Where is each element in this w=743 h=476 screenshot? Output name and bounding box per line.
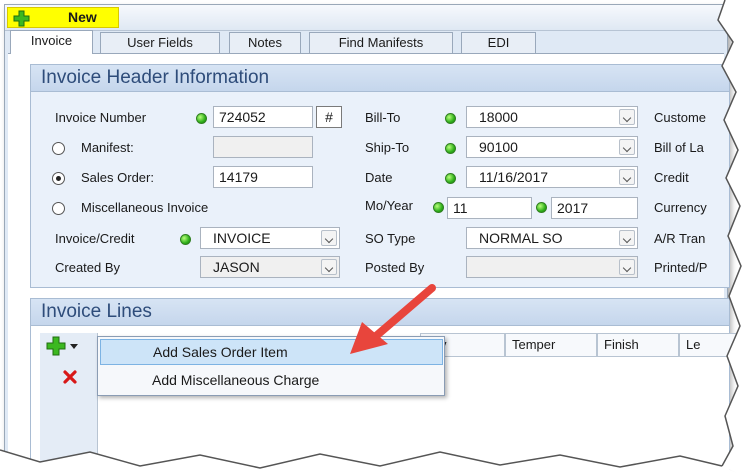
so-type-value: NORMAL SO [479, 230, 563, 246]
green-plus-icon [13, 10, 30, 27]
mo-year-label: Mo/Year [365, 198, 413, 213]
chevron-down-icon[interactable] [321, 259, 337, 275]
chevron-down-icon[interactable] [619, 109, 635, 125]
posted-by-select[interactable] [466, 256, 638, 278]
currency-label: Currency [654, 200, 707, 215]
status-dot-icon [433, 202, 444, 213]
status-dot-icon [445, 173, 456, 184]
status-dot-icon [445, 143, 456, 154]
bill-to-value: 18000 [479, 109, 518, 125]
sales-order-label: Sales Order: [81, 170, 154, 185]
month-input[interactable]: 11 [447, 197, 532, 219]
tab-notes[interactable]: Notes [229, 32, 301, 54]
tab-label: EDI [487, 35, 510, 50]
chevron-down-icon[interactable] [321, 230, 337, 246]
so-type-label: SO Type [365, 231, 416, 246]
invoice-number-label: Invoice Number [55, 110, 147, 125]
so-type-select[interactable]: NORMAL SO [466, 227, 638, 249]
manifest-radio[interactable] [52, 142, 65, 155]
tab-label: Find Manifests [338, 35, 424, 50]
chevron-down-icon[interactable] [619, 230, 635, 246]
bill-to-select[interactable]: 18000 [466, 106, 638, 128]
bill-of-lading-label: Bill of La [654, 140, 704, 155]
tab-find-manifests[interactable]: Find Manifests [309, 32, 453, 54]
status-dot-icon [196, 113, 207, 124]
invoice-credit-select[interactable]: INVOICE [200, 227, 340, 249]
year-input[interactable]: 2017 [551, 197, 638, 219]
caret-down-icon [70, 344, 78, 349]
ship-to-select[interactable]: 90100 [466, 136, 638, 158]
column-header-temper[interactable]: Temper [505, 333, 597, 357]
posted-by-label: Posted By [365, 260, 425, 275]
status-dot-icon [180, 234, 191, 245]
misc-invoice-radio[interactable] [52, 202, 65, 215]
manifest-input[interactable] [213, 136, 313, 158]
header-section-title: Invoice Header Information [30, 64, 730, 92]
misc-invoice-label: Miscellaneous Invoice [81, 200, 209, 215]
bill-to-label: Bill-To [365, 110, 401, 125]
manifest-label: Manifest: [81, 140, 134, 155]
ship-to-label: Ship-To [365, 140, 410, 155]
printed-label: Printed/P [654, 260, 708, 275]
customer-label: Custome [654, 110, 707, 125]
created-by-value: JASON [213, 259, 260, 275]
invoice-number-input[interactable]: 724052 [213, 106, 313, 128]
tab-label: Notes [248, 35, 282, 50]
chevron-down-icon[interactable] [619, 259, 635, 275]
tab-label: User Fields [127, 35, 193, 50]
new-button[interactable]: New [7, 7, 119, 28]
sales-order-radio[interactable] [52, 172, 65, 185]
created-by-select[interactable]: JASON [200, 256, 340, 278]
column-header-finish[interactable]: Finish [597, 333, 679, 357]
invoice-credit-value: INVOICE [213, 230, 271, 246]
credit-label: Credit [654, 170, 689, 185]
tab-invoice[interactable]: Invoice [10, 30, 93, 54]
date-value: 11/16/2017 [479, 169, 549, 185]
column-header-length[interactable]: Le [679, 333, 739, 357]
green-plus-icon [46, 336, 66, 356]
chevron-down-icon[interactable] [619, 139, 635, 155]
annotation-arrow-icon [350, 284, 436, 354]
invoice-credit-label: Invoice/Credit [55, 231, 135, 246]
created-by-label: Created By [55, 260, 121, 275]
tab-user-fields[interactable]: User Fields [100, 32, 220, 54]
tab-label: Invoice [30, 33, 73, 48]
red-x-icon[interactable] [63, 370, 77, 384]
status-dot-icon [536, 202, 547, 213]
chevron-down-icon[interactable] [619, 169, 635, 185]
invoice-number-hash-button[interactable]: # [316, 106, 342, 128]
menu-item-add-misc-charge[interactable]: Add Miscellaneous Charge [100, 368, 443, 394]
new-button-label: New [68, 9, 97, 25]
tab-edi[interactable]: EDI [461, 32, 536, 54]
ar-transaction-label: A/R Tran [654, 231, 706, 246]
sales-order-input[interactable]: 14179 [213, 166, 313, 188]
add-line-dropdown-button[interactable] [44, 335, 96, 357]
date-picker[interactable]: 11/16/2017 [466, 166, 638, 188]
ship-to-value: 90100 [479, 139, 518, 155]
date-label: Date [365, 170, 393, 185]
toolbar: New [5, 5, 727, 31]
status-dot-icon [445, 113, 456, 124]
